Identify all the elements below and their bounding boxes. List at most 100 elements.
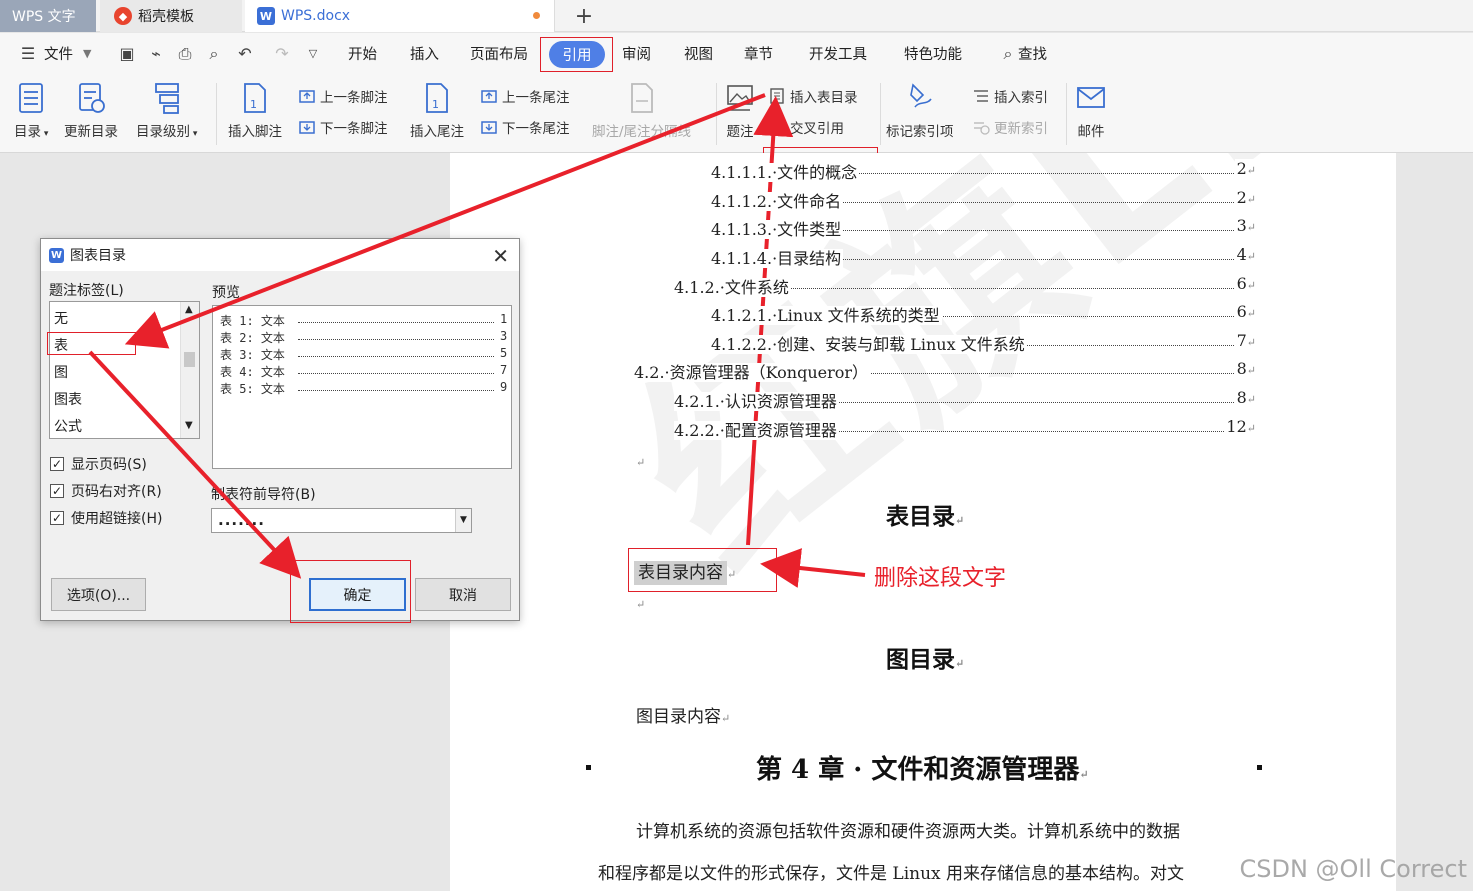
toc-entry[interactable]: 4.1.1.4.·目录结构 4↵ (711, 245, 1256, 268)
table-toc-heading: 表目录↵ (886, 503, 965, 530)
insert-endnote-button[interactable]: 1 插入尾注 (410, 75, 464, 140)
undo-icon[interactable]: ↶ (235, 45, 255, 63)
chevron-down-icon[interactable]: ▼ (455, 509, 471, 532)
menu-search[interactable]: 查找 (1018, 43, 1047, 64)
tab-document[interactable]: W WPS.docx (245, 0, 555, 32)
cross-reference-button[interactable]: 交叉引用 (768, 117, 844, 137)
next-endnote-button[interactable]: 下一条尾注 (480, 117, 570, 137)
show-page-numbers-checkbox[interactable]: ✓ 显示页码(S) (50, 454, 147, 474)
toc-page-number: 3↵ (1234, 216, 1256, 235)
figure-toc-heading: 图目录↵ (886, 646, 965, 673)
mark-index-entry-button[interactable]: 标记索引项 (886, 75, 954, 140)
menu-view[interactable]: 视图 (684, 43, 713, 64)
menu-features[interactable]: 特色功能 (904, 43, 962, 64)
caption-icon (727, 85, 753, 111)
next-endnote-icon (481, 121, 497, 134)
menu-insert[interactable]: 插入 (410, 43, 439, 64)
toc-entry[interactable]: 4.1.2.·文件系统 6↵ (674, 274, 1256, 297)
toc-button[interactable]: 目录 ▾ (14, 75, 48, 140)
chevron-down-icon[interactable]: ▼ (83, 47, 91, 60)
options-button[interactable]: 选项(O)... (51, 578, 146, 611)
export-icon[interactable]: ⌁ (146, 45, 166, 63)
tab-wps-writer[interactable]: WPS 文字 (0, 0, 96, 32)
toc-label: 目录 ▾ (14, 124, 49, 140)
chapter-heading: 第 4 章 · 文件和资源管理器↵ (756, 755, 1089, 785)
caption-button[interactable]: 题注 (725, 75, 755, 140)
menu-file[interactable]: 文件 (44, 43, 73, 64)
toc-icon (19, 83, 44, 113)
tab-bar: WPS 文字 ◆ 稻壳模板 W WPS.docx + (0, 0, 1473, 32)
right-align-checkbox[interactable]: ✓ 页码右对齐(R) (50, 481, 162, 501)
redo-icon[interactable]: ↷ (272, 45, 292, 63)
tab-leader-select[interactable]: ....... ▼ (211, 508, 472, 533)
toc-entry[interactable]: 4.1.2.1.·Linux 文件系统的类型 6↵ (711, 302, 1256, 325)
mark-index-icon (909, 83, 932, 108)
checkmark-icon: ✓ (50, 511, 64, 525)
dialog-titlebar: W 图表目录 ✕ (41, 239, 519, 271)
search-icon[interactable]: ⌕ (998, 45, 1018, 63)
toc-entry[interactable]: 4.1.1.3.·文件类型 3↵ (711, 216, 1256, 239)
print-icon[interactable]: ⎙ (175, 45, 195, 63)
menu-section[interactable]: 章节 (744, 43, 773, 64)
use-hyperlinks-checkbox[interactable]: ✓ 使用超链接(H) (50, 508, 162, 528)
preview-line: 表 1: 文本 1 (220, 312, 508, 328)
toc-entry[interactable]: 4.1.2.2.·创建、安装与卸载 Linux 文件系统 7↵ (711, 331, 1256, 354)
toc-level-button[interactable]: 目录级别 ▾ (136, 75, 197, 140)
tab-leader-label: 制表符前导符(B) (211, 487, 316, 503)
insert-table-of-figures-button[interactable]: 插入表目录 (768, 86, 858, 106)
scroll-up-icon[interactable]: ▲ (185, 304, 193, 315)
prev-endnote-button[interactable]: 上一条尾注 (480, 86, 570, 106)
ribbon-divider (216, 83, 217, 145)
new-tab-button[interactable]: + (562, 0, 606, 32)
document-page[interactable]: 红旗Linux 4.1.1.1.·文件的概念2↵4.1.1.2.·文件命名2↵4… (450, 153, 1396, 891)
prev-footnote-button[interactable]: 上一条脚注 (298, 86, 388, 106)
toc-entry[interactable]: 4.2.1.·认识资源管理器 8↵ (674, 388, 1256, 411)
mail-button[interactable]: 邮件 (1076, 75, 1106, 140)
cancel-button[interactable]: 取消 (415, 578, 511, 611)
menu-bar: ☰ 文件 ▼ ▣ ⌁ ⎙ ⌕ ↶ ↷ ▽ 开始 插入 页面布局 审阅 视图 章节… (0, 33, 1473, 75)
toc-entry-text: 4.1.2.1.·Linux 文件系统的类型 (711, 306, 942, 325)
update-toc-button[interactable]: 更新目录 (64, 75, 118, 140)
toc-entry[interactable]: 4.1.1.1.·文件的概念 2↵ (711, 159, 1256, 182)
tab-label: WPS.docx (281, 8, 351, 24)
insert-footnote-label: 插入脚注 (228, 124, 282, 140)
list-item[interactable]: 无 (54, 308, 68, 328)
insert-index-button[interactable]: 插入索引 (972, 86, 1048, 106)
list-item[interactable]: 图表 (54, 389, 82, 409)
list-item[interactable]: 图 (54, 362, 68, 382)
preview-line: 表 4: 文本 7 (220, 363, 508, 379)
scroll-thumb[interactable] (184, 352, 195, 367)
toc-entry-text: 4.1.1.2.·文件命名 (711, 192, 844, 211)
menu-home[interactable]: 开始 (348, 43, 377, 64)
update-index-button[interactable]: 更新索引 (972, 117, 1048, 137)
dialog-title: 图表目录 (70, 248, 126, 264)
save-icon[interactable]: ▣ (117, 45, 137, 63)
more-chevron-icon[interactable]: ▽ (303, 45, 323, 63)
figure-toc-content[interactable]: 图目录内容↵ (636, 702, 730, 727)
table-of-figures-icon (770, 88, 784, 104)
update-toc-icon (79, 83, 105, 113)
menu-developer[interactable]: 开发工具 (809, 43, 867, 64)
list-item[interactable]: 公式 (54, 416, 82, 436)
toc-entry[interactable]: 4.2.·资源管理器（Konqueror） 8↵ (634, 359, 1256, 382)
insert-footnote-button[interactable]: 1 插入脚注 (228, 75, 282, 140)
cross-reference-icon (769, 120, 785, 134)
scroll-down-icon[interactable]: ▼ (185, 420, 193, 431)
close-icon[interactable]: ✕ (492, 244, 509, 268)
next-footnote-icon (299, 121, 315, 134)
toc-entry[interactable]: 4.2.2.·配置资源管理器 12↵ (674, 417, 1256, 440)
highlight-box-references (540, 37, 613, 72)
menu-review[interactable]: 审阅 (622, 43, 651, 64)
menu-page-layout[interactable]: 页面布局 (470, 43, 528, 64)
source-watermark: CSDN @Oll Correct (1239, 855, 1467, 883)
toc-level-label: 目录级别 ▾ (136, 124, 198, 140)
list-scrollbar[interactable]: ▲ ▼ (180, 302, 199, 438)
caption-label-list[interactable]: 无 表 图 图表 公式 ▲ ▼ (49, 301, 200, 439)
toc-entry[interactable]: 4.1.1.2.·文件命名 2↵ (711, 188, 1256, 211)
mail-label: 邮件 (1077, 124, 1105, 140)
next-footnote-button[interactable]: 下一条脚注 (298, 117, 388, 137)
tab-docer-templates[interactable]: ◆ 稻壳模板 (100, 0, 242, 32)
note-separator-button[interactable]: 脚注/尾注分隔线 (592, 75, 691, 140)
print-preview-icon[interactable]: ⌕ (204, 45, 224, 63)
hamburger-icon[interactable]: ☰ (18, 45, 38, 63)
